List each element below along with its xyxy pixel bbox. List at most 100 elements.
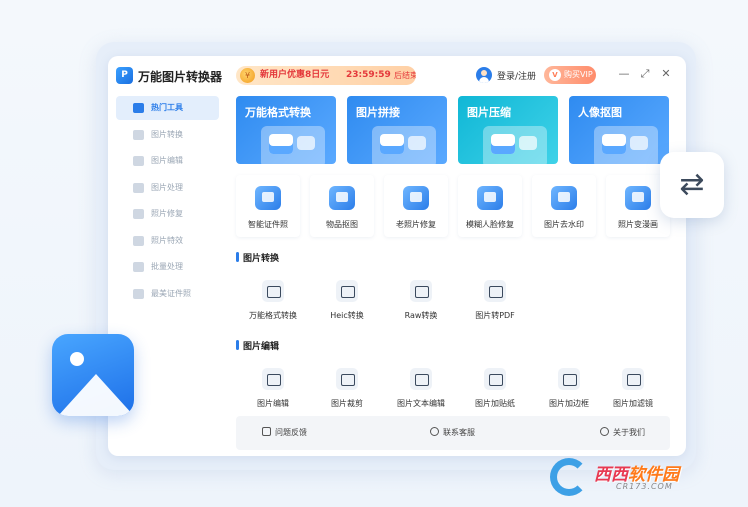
- text-edit-icon: [410, 368, 432, 390]
- wrench-icon: [403, 186, 429, 210]
- big-photo-icon: [52, 334, 134, 416]
- maximize-button[interactable]: ⤢: [638, 67, 652, 81]
- format-convert-illustration-icon: [261, 126, 325, 164]
- id-photo-icon: [133, 288, 144, 299]
- sidebar-item-label: 热门工具: [151, 103, 183, 112]
- app-title: 万能图片转换器: [138, 70, 223, 84]
- item-label: 图片加滤镜: [613, 399, 653, 408]
- promo-banner[interactable]: ¥ 新用户优惠8日元 23:59:59 后结束: [236, 66, 416, 85]
- section-panel-convert: 万能格式转换 Heic转换 Raw转换 图片转PDF: [236, 270, 670, 326]
- swap-arrows-icon: ⇄: [660, 152, 724, 218]
- feature-card-format-convert[interactable]: 万能格式转换: [236, 96, 336, 164]
- promo-ends-label: 后结束: [394, 71, 416, 80]
- buy-vip-label: 购买VIP: [564, 70, 593, 79]
- promo-text: 新用户优惠8日元: [260, 70, 330, 80]
- tool-object-cutout[interactable]: 物品抠图: [310, 175, 374, 237]
- id-card-icon: [255, 186, 281, 210]
- photo-restore-icon: [133, 209, 144, 219]
- feedback-label: 问题反馈: [275, 428, 307, 437]
- item-label: 图片转PDF: [475, 311, 515, 320]
- heic-icon: [336, 280, 358, 302]
- tool-label: 智能证件照: [248, 220, 288, 229]
- pdf-icon: [484, 280, 506, 302]
- app-window: P 万能图片转换器 ¥ 新用户优惠8日元 23:59:59 后结束 登录/注册 …: [108, 56, 686, 456]
- site-watermark: 西西软件园 CR173.COM: [550, 458, 725, 496]
- sidebar-item-label: 最美证件照: [151, 288, 191, 298]
- bag-icon: [329, 186, 355, 210]
- tool-smart-id-photo[interactable]: 智能证件照: [236, 175, 300, 237]
- sidebar-item-process[interactable]: 图片处理: [116, 176, 219, 200]
- batch-icon: [133, 262, 144, 272]
- raw-icon: [410, 280, 432, 302]
- feature-card-portrait-cutout[interactable]: 人像抠图: [569, 96, 669, 164]
- tool-label: 模糊人脸修复: [466, 220, 514, 229]
- image-convert-icon: [133, 129, 144, 140]
- minimize-button[interactable]: —: [617, 67, 631, 81]
- feature-card-compress[interactable]: 图片压缩: [458, 96, 558, 164]
- feature-card-label: 人像抠图: [578, 106, 622, 119]
- eraser-icon: [551, 186, 577, 210]
- image-process-icon: [133, 182, 144, 193]
- login-register-link[interactable]: 登录/注册: [497, 69, 536, 82]
- section-title-convert: 图片转换: [236, 251, 279, 264]
- tool-label: 老照片修复: [396, 220, 436, 229]
- feedback-icon: [262, 427, 271, 436]
- photo-effects-icon: [133, 235, 144, 246]
- sidebar-item-label: 批量处理: [151, 262, 183, 271]
- feedback-link[interactable]: 问题反馈: [262, 427, 307, 438]
- section-title-edit: 图片编辑: [236, 339, 279, 352]
- chat-icon: [430, 427, 439, 436]
- grid-icon: [133, 103, 144, 113]
- sidebar-item-label: 图片转换: [151, 129, 183, 139]
- section-panel-edit: 图片编辑 图片裁剪 图片文本编辑 图片加贴纸 图片加边框 图片加滤镜: [236, 358, 670, 414]
- about-link[interactable]: 关于我们: [600, 427, 645, 438]
- close-button[interactable]: ✕: [659, 67, 673, 81]
- app-logo-icon: P: [116, 67, 133, 84]
- buy-vip-button[interactable]: V 购买VIP: [544, 66, 596, 84]
- tool-blurry-face-repair[interactable]: 模糊人脸修复: [458, 175, 522, 237]
- format-convert-icon: [262, 280, 284, 302]
- tool-remove-watermark[interactable]: 图片去水印: [532, 175, 596, 237]
- watermark-domain: CR173.COM: [616, 482, 673, 491]
- sidebar-item-effects[interactable]: 照片特效: [116, 229, 219, 253]
- tool-label: 物品抠图: [326, 220, 358, 229]
- feature-card-stitch[interactable]: 图片拼接: [347, 96, 447, 164]
- sun-icon: [70, 352, 84, 366]
- sidebar-item-label: 照片修复: [151, 209, 183, 218]
- stitch-illustration-icon: [372, 126, 436, 164]
- compress-illustration-icon: [483, 126, 547, 164]
- face-repair-icon: [477, 186, 503, 210]
- sidebar-item-convert[interactable]: 图片转换: [116, 123, 219, 147]
- image-edit-icon: [262, 368, 284, 390]
- sidebar-item-id-photo[interactable]: 最美证件照: [116, 282, 219, 306]
- sidebar-item-label: 图片处理: [151, 182, 183, 192]
- feature-card-label: 万能格式转换: [245, 106, 311, 119]
- sticker-icon: [484, 368, 506, 390]
- sidebar-item-label: 图片编辑: [151, 156, 183, 165]
- watermark-logo-icon: [550, 458, 588, 496]
- sidebar-item-label: 照片特效: [151, 235, 183, 245]
- crop-icon: [336, 368, 358, 390]
- sidebar-item-edit[interactable]: 图片编辑: [116, 149, 219, 173]
- tool-label: 照片变漫画: [618, 220, 658, 229]
- user-avatar-icon[interactable]: [476, 67, 492, 83]
- sidebar-item-restore[interactable]: 照片修复: [116, 202, 219, 226]
- image-edit-icon: [133, 156, 144, 166]
- feature-card-label: 图片压缩: [467, 106, 511, 119]
- sidebar-item-hot-tools[interactable]: 热门工具: [116, 96, 219, 120]
- info-icon: [600, 427, 609, 436]
- feature-card-label: 图片拼接: [356, 106, 400, 119]
- support-link[interactable]: 联系客服: [430, 427, 475, 438]
- coin-icon: ¥: [240, 68, 255, 83]
- filter-icon: [622, 368, 644, 390]
- border-icon: [558, 368, 580, 390]
- mountain-icon: [58, 374, 134, 416]
- tool-old-photo-repair[interactable]: 老照片修复: [384, 175, 448, 237]
- vip-icon: V: [549, 69, 561, 81]
- portrait-cutout-illustration-icon: [594, 126, 658, 164]
- sidebar-item-batch[interactable]: 批量处理: [116, 255, 219, 279]
- footer-bar: 问题反馈 联系客服 关于我们: [236, 416, 670, 450]
- promo-timer: 23:59:59: [346, 70, 391, 80]
- tool-label: 图片去水印: [544, 220, 584, 229]
- cartoon-icon: [625, 186, 651, 210]
